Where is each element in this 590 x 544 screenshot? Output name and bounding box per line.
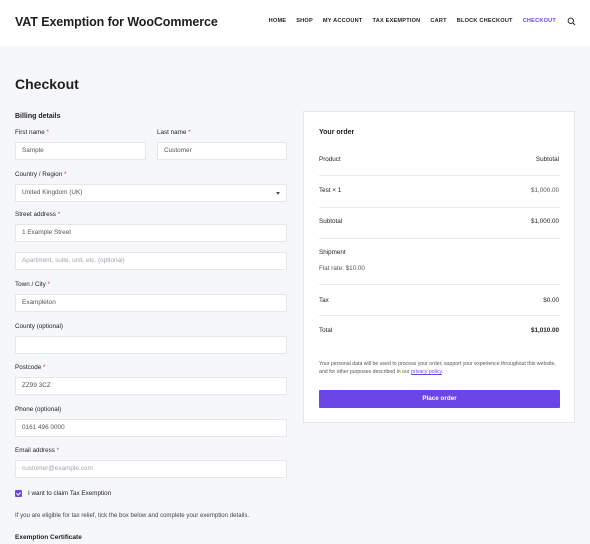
subtotal-label: Subtotal xyxy=(319,218,343,225)
nav-block-checkout[interactable]: BLOCK CHECKOUT xyxy=(457,18,513,24)
chevron-down-icon xyxy=(276,192,280,195)
divider xyxy=(319,175,560,176)
privacy-policy-link[interactable]: privacy policy xyxy=(411,369,442,375)
order-item: Test × 1 xyxy=(319,187,342,194)
tax-help-text: If you are eligible for tax relief, tick… xyxy=(15,512,250,519)
billing-heading: Billing details xyxy=(15,113,61,120)
nav-checkout[interactable]: CHECKOUT xyxy=(523,18,556,24)
apartment-input[interactable]: Apartment, suite, unit, etc. (optional) xyxy=(15,252,287,270)
tax-exemption-row: I want to claim Tax Exemption xyxy=(15,490,111,497)
tax-exemption-label[interactable]: I want to claim Tax Exemption xyxy=(28,490,111,497)
first-name-input[interactable]: Sample xyxy=(15,142,146,160)
county-label: County (optional) xyxy=(15,323,63,330)
order-item-price: $1,000.00 xyxy=(530,187,559,194)
email-input[interactable]: customer@example.com xyxy=(15,460,287,478)
street-input[interactable]: 1 Example Street xyxy=(15,224,287,242)
town-input[interactable]: Exampleton xyxy=(15,294,287,312)
site-title[interactable]: VAT Exemption for WooCommerce xyxy=(15,15,218,29)
tax-value: $0.00 xyxy=(543,297,559,304)
subtotal-column-header: Subtotal xyxy=(535,156,559,163)
first-name-label: First name * xyxy=(15,129,49,136)
country-select[interactable]: United Kingdom (UK) xyxy=(15,184,287,202)
site-header: VAT Exemption for WooCommerce HOME SHOP … xyxy=(0,0,590,46)
tax-label: Tax xyxy=(319,297,329,304)
postcode-label: Postcode * xyxy=(15,364,46,371)
nav-cart[interactable]: CART xyxy=(430,18,446,24)
product-column-header: Product xyxy=(319,156,341,163)
divider xyxy=(319,284,560,285)
check-icon xyxy=(15,490,21,496)
nav-my-account[interactable]: MY ACCOUNT xyxy=(323,18,363,24)
tax-exemption-checkbox[interactable] xyxy=(15,490,22,497)
place-order-button[interactable]: Place order xyxy=(319,390,560,408)
total-value: $1,010.00 xyxy=(530,327,559,334)
last-name-label: Last name * xyxy=(157,129,191,136)
town-label: Town / City * xyxy=(15,281,50,288)
county-input[interactable] xyxy=(15,336,287,354)
privacy-notice: Your personal data will be used to proce… xyxy=(319,361,556,375)
page-title: Checkout xyxy=(15,76,79,92)
email-label: Email address * xyxy=(15,447,60,454)
subtotal-value: $1,000.00 xyxy=(530,218,559,225)
exemption-certificate-heading: Exemption Certificate xyxy=(15,534,82,541)
shipment-label: Shipment xyxy=(319,249,346,256)
street-label: Street address * xyxy=(15,211,61,218)
postcode-input[interactable]: ZZ99 3CZ xyxy=(15,377,287,395)
order-summary: Your order Product Subtotal Test × 1 $1,… xyxy=(303,111,575,423)
last-name-input[interactable]: Customer xyxy=(157,142,287,160)
nav-tax-exemption[interactable]: TAX EXEMPTION xyxy=(373,18,421,24)
phone-input[interactable]: 0161 496 0000 xyxy=(15,419,287,437)
divider xyxy=(319,207,560,208)
shipment-method: Flat rate: $10.00 xyxy=(319,265,365,272)
main-nav: HOME SHOP MY ACCOUNT TAX EXEMPTION CART … xyxy=(259,18,556,24)
divider xyxy=(319,315,560,316)
total-label: Total xyxy=(319,327,333,334)
phone-label: Phone (optional) xyxy=(15,406,62,413)
divider xyxy=(319,238,560,239)
search-icon[interactable] xyxy=(567,17,576,26)
nav-shop[interactable]: SHOP xyxy=(296,18,313,24)
nav-home[interactable]: HOME xyxy=(269,18,287,24)
order-title: Your order xyxy=(319,129,355,136)
country-label: Country / Region * xyxy=(15,171,67,178)
